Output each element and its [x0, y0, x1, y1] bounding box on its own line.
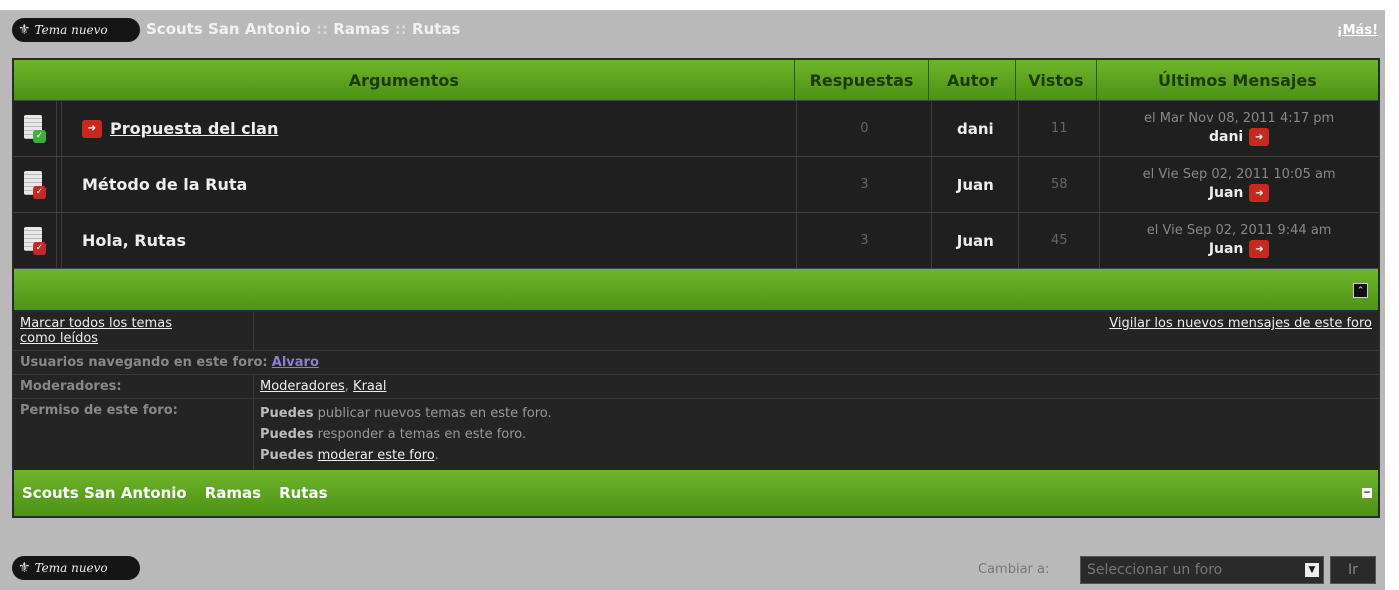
permissions-label: Permiso de este foro:: [14, 399, 254, 470]
moderate-forum-link[interactable]: moderar este foro: [318, 448, 435, 463]
watch-forum-link[interactable]: Vigilar los nuevos mensajes de este foro: [1109, 316, 1372, 331]
topic-author[interactable]: Juan: [932, 157, 1020, 212]
topic-read-icon: ✓: [23, 170, 46, 199]
last-post-username[interactable]: Juan: [1209, 241, 1244, 257]
browsing-user-link[interactable]: Alvaro: [272, 355, 319, 370]
last-post-cell: el Mar Nov 08, 2011 4:17 pm dani ➜: [1100, 101, 1378, 156]
footer-crumb-ramas[interactable]: Ramas: [205, 484, 261, 502]
topic-link[interactable]: Propuesta del clan: [110, 119, 278, 138]
replies-count: 0: [797, 101, 933, 156]
last-post-user: dani ➜: [1209, 128, 1270, 146]
new-topic-label: Tema nuevo: [34, 561, 108, 575]
change-forum-label: Cambiar a:: [978, 562, 1050, 577]
more-link[interactable]: ¡Más!: [1337, 23, 1378, 38]
goto-last-post-icon[interactable]: ➜: [1249, 240, 1270, 258]
fleur-de-lis-icon: ⚜: [18, 22, 31, 38]
column-header-views[interactable]: Vistos: [1016, 60, 1097, 100]
views-count: 11: [1019, 101, 1101, 156]
last-post-cell: el Vie Sep 02, 2011 9:44 am Juan ➜: [1100, 213, 1378, 268]
goto-last-post-icon[interactable]: ➜: [1249, 184, 1270, 202]
topic-status-cell: ✓: [14, 213, 57, 268]
topic-unread-icon: ✓: [23, 114, 46, 143]
go-button[interactable]: Ir: [1330, 556, 1376, 584]
topic-author[interactable]: dani: [932, 101, 1020, 156]
last-post-date: el Mar Nov 08, 2011 4:17 pm: [1144, 111, 1335, 126]
last-post-user: Juan ➜: [1209, 184, 1270, 202]
topic-title-cell: ➜ Propuesta del clan: [62, 101, 798, 156]
mark-all-read-link[interactable]: Marcar todos los temas como leídos: [20, 316, 172, 346]
breadcrumb-separator: ::: [315, 20, 328, 38]
footer-breadcrumb-bar: Scouts San Antonio Ramas Rutas −: [14, 470, 1378, 516]
topic-status-cell: ✓: [14, 101, 57, 156]
forum-select[interactable]: Seleccionar un foro ▼: [1080, 556, 1324, 584]
topic-link[interactable]: Hola, Rutas: [82, 231, 186, 250]
chevron-down-icon[interactable]: ▼: [1305, 563, 1319, 577]
breadcrumb-separator: ::: [394, 20, 407, 38]
replies-count: 3: [797, 157, 933, 212]
last-post-username[interactable]: dani: [1209, 129, 1243, 145]
breadcrumb-item-home[interactable]: Scouts San Antonio: [146, 20, 311, 38]
scroll-top-icon[interactable]: ⌃: [1353, 283, 1368, 298]
kraal-group-link[interactable]: Kraal: [353, 379, 386, 394]
topic-title-cell: Método de la Ruta: [62, 157, 798, 212]
moderators-group-link[interactable]: Moderadores: [260, 379, 345, 394]
table-row: ✓ Hola, Rutas 3 Juan 45 el Vie Sep 02, 2…: [14, 212, 1378, 268]
permissions-list: Puedes publicar nuevos temas en este for…: [260, 406, 552, 463]
last-post-user: Juan ➜: [1209, 240, 1270, 258]
last-post-date: el Vie Sep 02, 2011 9:44 am: [1146, 223, 1332, 238]
new-post-arrow-icon[interactable]: ➜: [81, 119, 102, 138]
table-footer-bar: ⌃: [14, 268, 1378, 313]
moderators-label: Moderadores:: [14, 375, 254, 398]
breadcrumb: Scouts San Antonio :: Ramas :: Rutas: [146, 20, 460, 38]
top-toolbar: ⚜ Tema nuevo Scouts San Antonio :: Ramas…: [12, 18, 1378, 42]
last-post-username[interactable]: Juan: [1209, 185, 1244, 201]
topic-read-icon: ✓: [23, 226, 46, 255]
goto-last-post-icon[interactable]: ➜: [1249, 128, 1270, 146]
replies-count: 3: [797, 213, 933, 268]
table-row: ✓ Método de la Ruta 3 Juan 58 el Vie Sep…: [14, 156, 1378, 212]
column-header-author[interactable]: Autor: [929, 60, 1017, 100]
collapse-icon[interactable]: −: [1362, 488, 1372, 498]
topics-table: Argumentos Respuestas Autor Vistos Últim…: [12, 58, 1380, 315]
topic-author[interactable]: Juan: [932, 213, 1020, 268]
new-topic-button-bottom[interactable]: ⚜ Tema nuevo: [12, 556, 140, 580]
footer-crumb-rutas[interactable]: Rutas: [279, 484, 327, 502]
forum-info-panel: Marcar todos los temas como leídos Vigila…: [12, 310, 1380, 518]
views-count: 45: [1019, 213, 1101, 268]
new-topic-label: Tema nuevo: [34, 23, 108, 37]
fleur-de-lis-icon: ⚜: [18, 560, 31, 576]
breadcrumb-item-rutas[interactable]: Rutas: [412, 20, 460, 38]
table-header: Argumentos Respuestas Autor Vistos Últim…: [14, 60, 1378, 100]
table-row: ✓ ➜ Propuesta del clan 0 dani 11 el Mar …: [14, 100, 1378, 156]
topic-link[interactable]: Método de la Ruta: [82, 175, 247, 194]
breadcrumb-item-ramas[interactable]: Ramas: [333, 20, 389, 38]
forum-select-value: Seleccionar un foro: [1087, 562, 1223, 578]
new-topic-button[interactable]: ⚜ Tema nuevo: [12, 18, 140, 42]
topic-status-cell: ✓: [14, 157, 57, 212]
topic-title-cell: Hola, Rutas: [62, 213, 798, 268]
column-header-replies[interactable]: Respuestas: [795, 60, 930, 100]
column-header-topics[interactable]: Argumentos: [14, 60, 795, 100]
browsing-users-label: Usuarios navegando en este foro:: [20, 355, 268, 370]
last-post-date: el Vie Sep 02, 2011 10:05 am: [1142, 167, 1336, 182]
last-post-cell: el Vie Sep 02, 2011 10:05 am Juan ➜: [1100, 157, 1378, 212]
column-header-last-posts[interactable]: Últimos Mensajes: [1097, 60, 1378, 100]
footer-crumb-home[interactable]: Scouts San Antonio: [22, 484, 187, 502]
views-count: 58: [1019, 157, 1101, 212]
